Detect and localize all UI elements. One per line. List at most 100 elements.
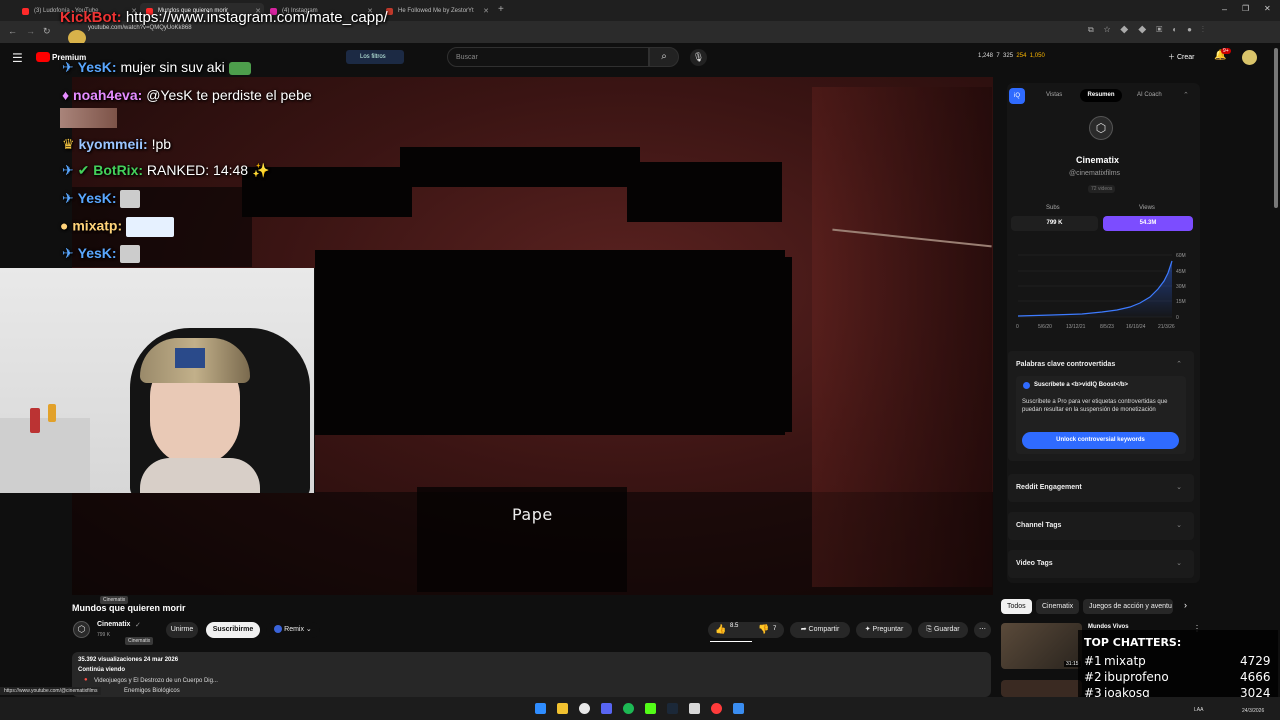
chat-user: YesK: — [77, 245, 117, 261]
chevron-right-icon[interactable]: › — [1184, 600, 1187, 610]
obs-icon[interactable] — [711, 703, 722, 714]
continue-watching-label: Continúa viendo — [78, 667, 125, 673]
app-icon[interactable] — [733, 703, 744, 714]
chat-text: RANKED: 14:48 — [146, 162, 249, 178]
dislike-count: 7 — [773, 626, 777, 632]
minimize-button[interactable]: – — [1222, 4, 1227, 14]
chevron-up-icon[interactable]: ⌃ — [1176, 360, 1182, 368]
vidiq-tab-summary[interactable]: Resumen — [1080, 89, 1122, 102]
maximize-button[interactable]: ❐ — [1242, 4, 1249, 13]
vidiq-video-count: 72 videos — [1088, 185, 1116, 193]
forward-icon[interactable]: → — [26, 26, 35, 36]
avatar[interactable] — [1242, 50, 1257, 65]
chart-y-tick: 30M — [1176, 284, 1186, 290]
reddit-engagement-section[interactable]: Reddit Engagement ⌄ — [1008, 474, 1194, 502]
subscribe-button[interactable]: Suscribirme — [206, 622, 260, 638]
back-icon[interactable]: ← — [8, 26, 17, 36]
menu-icon[interactable]: ☰ — [12, 51, 23, 65]
red-dot-icon: ● — [84, 677, 88, 683]
chart-y-tick: 0 — [1176, 315, 1179, 321]
remix-button[interactable]: Remix ⌄ — [266, 622, 320, 638]
close-window-button[interactable]: ✕ — [1264, 4, 1271, 13]
channel-avatar[interactable]: ⬡ — [73, 621, 90, 638]
video-tags-section[interactable]: Video Tags ⌄ — [1008, 550, 1194, 578]
continue-item-link[interactable]: Videojuegos y El Destrozo de un Cuerpo D… — [94, 678, 218, 684]
file-explorer-icon[interactable] — [557, 703, 568, 714]
recommendation-thumbnail[interactable] — [1001, 680, 1082, 697]
stat-value: 254 — [1016, 53, 1027, 59]
stat-value: 1,248 — [978, 53, 994, 59]
ask-button[interactable]: ✦ Preguntar — [856, 622, 912, 638]
promo-text: Suscríbete a Pro para ver etiquetas cont… — [1022, 399, 1168, 413]
dislike-icon[interactable]: 👎 — [758, 624, 769, 635]
save-button[interactable]: ⎘ Guardar — [918, 622, 968, 638]
spotify-icon[interactable] — [623, 703, 634, 714]
chevron-up-icon[interactable]: ⌃ — [1183, 91, 1189, 99]
chip-action-adventure[interactable]: Juegos de acción y aventu — [1083, 599, 1173, 614]
like-icon[interactable]: 👍 — [715, 624, 726, 635]
share-button[interactable]: ➦ Compartir — [790, 622, 850, 638]
unlock-keywords-button[interactable]: Unlock controversial keywords — [1022, 432, 1179, 449]
steam-icon[interactable] — [667, 703, 678, 714]
emote-icon — [228, 61, 251, 75]
vidiq-tab-ai-coach[interactable]: AI Coach — [1137, 92, 1162, 98]
section-title: Channel Tags — [1016, 522, 1062, 529]
language-indicator[interactable]: LAA — [1194, 707, 1203, 713]
stat-value: 7 — [996, 53, 1000, 59]
channel-tags-section[interactable]: Channel Tags ⌄ — [1008, 512, 1194, 540]
scene-wall — [812, 87, 992, 587]
vidiq-logo-icon: iQ — [1009, 88, 1025, 104]
views-button[interactable]: 54.3M — [1103, 216, 1193, 231]
browser-tab[interactable]: He Followed Me by ZestorYt ✕ — [380, 3, 492, 19]
new-tab-button[interactable]: + — [498, 4, 504, 15]
channel-name[interactable]: Cinematix — [97, 621, 130, 628]
subs-label: Subs — [1046, 205, 1060, 211]
crown-icon: ♛ — [62, 136, 75, 152]
filters-button[interactable]: Los filtros — [346, 50, 404, 64]
chip-cinematix[interactable]: Cinematix — [1036, 599, 1080, 614]
chrome-icon[interactable] — [579, 703, 590, 714]
scene-shadow — [400, 147, 640, 187]
continue-item-link[interactable]: Enemigos Biológicos — [124, 688, 180, 694]
mic-icon: 🎙 — [692, 52, 705, 62]
page-scrollbar[interactable] — [1274, 48, 1278, 208]
share-icon: ➦ — [800, 626, 807, 633]
search-button[interactable]: ⌕ — [649, 47, 679, 67]
chat-text: !pb — [151, 136, 172, 152]
subs-button[interactable]: 799 K — [1011, 216, 1098, 231]
chatter-count: 4666 — [1240, 670, 1271, 684]
filters-label: Los filtros — [360, 54, 386, 60]
extensions-icons[interactable]: ⧉☆◆◆▣◐●⋮ — [1088, 25, 1268, 35]
ask-label: Preguntar — [872, 626, 904, 633]
system-date[interactable]: 24/3/2026 — [1242, 708, 1264, 714]
windows-start-icon[interactable] — [535, 703, 546, 714]
vidiq-stats: 1,248 7 325 254 1,050 — [978, 53, 1045, 59]
verified-icon: ✔ — [77, 162, 90, 178]
app-icon[interactable] — [689, 703, 700, 714]
sword-icon: ✈ — [62, 190, 74, 206]
more-options-button[interactable]: ⋯ — [974, 622, 991, 638]
bookmark-icon: ⎘ — [926, 626, 932, 633]
vidiq-tab-views[interactable]: Vistas — [1046, 92, 1062, 98]
chatter-count: 4729 — [1240, 654, 1271, 668]
reload-icon[interactable]: ↻ — [43, 26, 51, 37]
mic-button[interactable]: 🎙 — [690, 49, 707, 66]
kickbot-message: https://www.instagram.com/mate_capp/ — [125, 9, 388, 26]
webcam-overlay — [0, 268, 315, 493]
description-box[interactable] — [72, 652, 991, 697]
create-button[interactable]: ＋ Crear — [1168, 52, 1194, 62]
sword-icon: ✈ — [62, 162, 74, 178]
kickbot-banner: KickBot: https://www.instagram.com/mate_… — [60, 9, 388, 26]
top-chatters-title: TOP CHATTERS: — [1084, 636, 1182, 649]
video-subtitle: Pape — [512, 505, 553, 524]
chip-all[interactable]: Todos — [1001, 599, 1032, 614]
discord-icon[interactable] — [601, 703, 612, 714]
kick-icon[interactable] — [645, 703, 656, 714]
search-input[interactable]: Buscar — [447, 47, 649, 67]
close-icon[interactable]: ✕ — [483, 7, 489, 15]
status-url: https://www.youtube.com/@cinematixfilms — [0, 687, 102, 695]
remix-icon — [274, 625, 283, 634]
join-button[interactable]: Unirme — [166, 622, 198, 638]
chat-message: ✈ YesK: — [62, 190, 141, 209]
youtube-logo-icon[interactable] — [36, 52, 50, 62]
